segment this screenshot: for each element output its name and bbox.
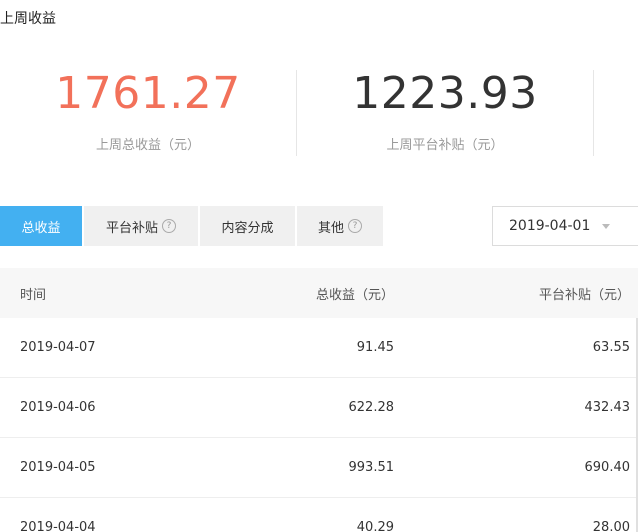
tab-platform-subsidy[interactable]: 平台补贴 ? [84,206,198,246]
table-row: 2019-04-04 40.29 28.00 [0,498,638,532]
stat-subsidy-label: 上周平台补贴（元） [386,138,504,153]
stat-total-value: 1761.27 [55,68,241,119]
cell-date: 2019-04-06 [20,400,96,415]
earnings-tabs: 总收益 平台补贴 ? 内容分成 其他 ? [0,206,385,246]
cell-total: 40.29 [356,520,394,532]
table-header: 时间 总收益（元） 平台补贴（元） [0,268,638,318]
tab-label: 总收益 [21,220,61,236]
table-row: 2019-04-06 622.28 432.43 [0,378,638,438]
column-header-date: 时间 [20,287,47,303]
stat-divider [593,70,594,156]
section-title: 上周收益 [0,11,56,27]
chevron-down-icon [602,224,610,229]
date-select[interactable]: 2019-04-01 [492,206,638,246]
stat-total-label: 上周总收益（元） [95,138,200,153]
stat-platform-subsidy: 1223.93 上周平台补贴（元） [297,70,593,156]
cell-subsidy: 432.43 [584,400,631,415]
column-header-subsidy: 平台补贴（元） [538,287,630,303]
cell-total: 91.45 [356,340,394,355]
tab-content-share[interactable]: 内容分成 [200,206,295,246]
cell-subsidy: 690.40 [584,460,631,475]
tab-label: 内容分成 [221,220,274,236]
earnings-page: 上周收益 1761.27 上周总收益（元） 1223.93 上周平台补贴（元） … [0,0,638,532]
cell-date: 2019-04-04 [20,520,96,532]
tab-label: 其他 [317,220,344,236]
table-row: 2019-04-05 993.51 690.40 [0,438,638,498]
cell-total: 993.51 [348,460,395,475]
table-row: 2019-04-07 91.45 63.55 [0,318,638,378]
tab-label: 平台补贴 [105,220,158,236]
date-select-value: 2019-04-01 [509,218,591,234]
column-header-total: 总收益（元） [315,287,394,303]
help-icon[interactable]: ? [162,219,176,233]
cell-date: 2019-04-05 [20,460,96,475]
cell-date: 2019-04-07 [20,340,96,355]
help-icon[interactable]: ? [348,219,362,233]
tab-other[interactable]: 其他 ? [297,206,383,246]
cell-total: 622.28 [348,400,395,415]
cell-subsidy: 63.55 [592,340,630,355]
stat-subsidy-value: 1223.93 [352,68,538,119]
cell-subsidy: 28.00 [592,520,630,532]
stat-total-earnings: 1761.27 上周总收益（元） [0,70,296,156]
tab-total-earnings[interactable]: 总收益 [0,206,82,246]
